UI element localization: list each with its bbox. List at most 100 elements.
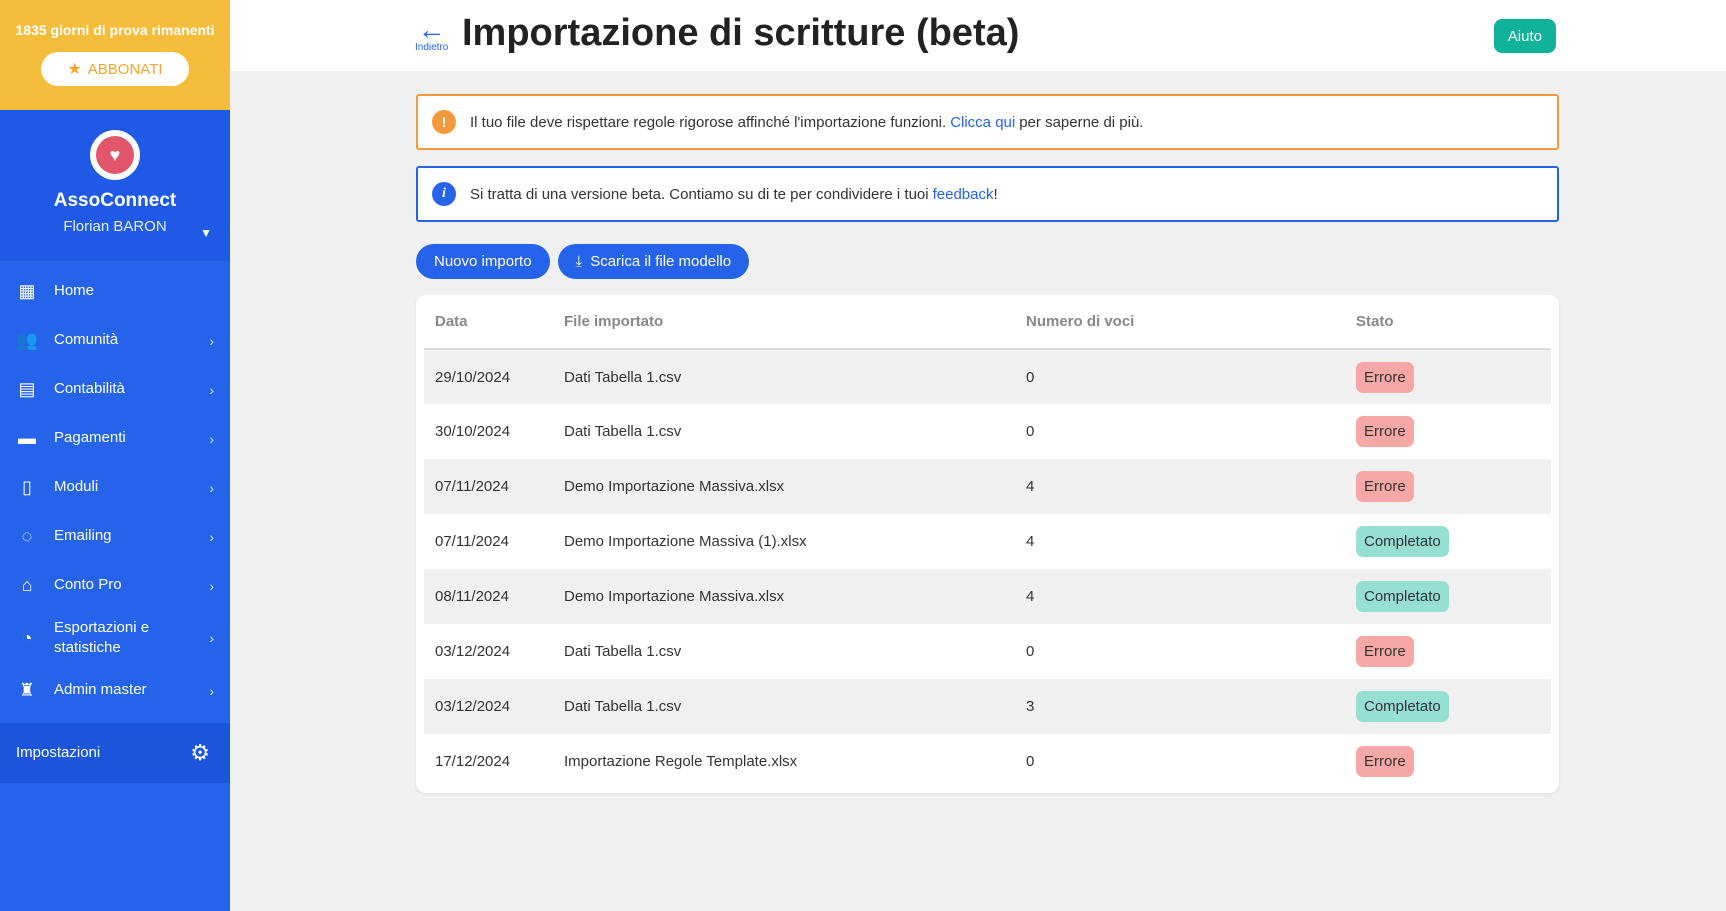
status-badge: Errore — [1356, 636, 1414, 667]
cell-file: Dati Tabella 1.csv — [564, 643, 682, 660]
download-icon: ⤓ — [575, 253, 583, 270]
chevron-down-icon[interactable]: ▼ — [200, 226, 212, 240]
warning-text: Il tuo file deve rispettare regole rigor… — [470, 113, 947, 131]
status-badge: Errore — [1356, 746, 1414, 777]
imports-table-card: Data File importato Numero di voci Stato… — [416, 295, 1559, 793]
chevron-right-icon: › — [209, 430, 214, 447]
learn-more-link[interactable]: Clicca qui — [950, 114, 1015, 131]
cell-date: 17/12/2024 — [435, 753, 511, 770]
sidebar-item-pie-chart[interactable]: ◔ Esportazioni e statistiche › — [0, 610, 230, 666]
cell-file: Dati Tabella 1.csv — [564, 698, 682, 715]
cell-date: 08/11/2024 — [435, 588, 509, 605]
back-button[interactable]: ← Indietro — [415, 14, 449, 54]
sidebar-item-label: Esportazioni e statistiche — [54, 618, 150, 656]
status-badge: Completato — [1356, 526, 1449, 557]
cell-count: 0 — [1026, 423, 1035, 440]
column-header-status[interactable]: Stato — [1345, 295, 1551, 350]
chevron-right-icon: › — [209, 577, 214, 594]
table-row[interactable]: 08/11/2024 Demo Importazione Massiva.xlsx… — [424, 569, 1551, 624]
status-badge: Completato — [1356, 691, 1449, 722]
sidebar-item-admin[interactable]: ♜ Admin master › — [0, 666, 230, 715]
sidebar-item-people[interactable]: 👥 Comunità › — [0, 316, 230, 365]
page-header: ← Indietro Importazione di scritture (be… — [230, 0, 1726, 71]
credit-card-icon: ▬ — [18, 428, 36, 448]
cell-status: Completato — [1345, 569, 1551, 624]
cell-status: Completato — [1345, 514, 1551, 569]
sidebar-nav: ▦ Home 👥 Comunità › ▤ Contabilità › ▬ Pagamenti › ▯… — [0, 261, 230, 715]
column-header-file[interactable]: File importato — [553, 295, 1015, 350]
organization-switcher[interactable]: ♥ AssoConnect Florian BARON ▼ — [0, 110, 230, 261]
cell-count: 4 — [1026, 533, 1035, 550]
back-label: Indietro — [415, 42, 449, 53]
subscribe-button[interactable]: ★ ABBONATI — [41, 52, 189, 86]
sidebar-item-bank[interactable]: ⌂ Conto Pro › — [0, 561, 230, 610]
star-icon: ★ — [67, 61, 82, 78]
column-header-date[interactable]: Data — [424, 295, 553, 350]
chevron-right-icon: › — [209, 479, 214, 496]
cell-date: 03/12/2024 — [435, 698, 511, 715]
help-button[interactable]: Aiuto — [1493, 19, 1556, 53]
column-header-count[interactable]: Numero di voci — [1015, 295, 1345, 350]
status-badge: Errore — [1356, 361, 1414, 393]
table-row[interactable]: 03/12/2024 Dati Tabella 1.csv 3 Completato — [424, 679, 1551, 734]
people-icon: 👥 — [15, 330, 39, 350]
sidebar: 1835 giorni di prova rimanenti ★ ABBONAT… — [0, 0, 230, 911]
status-badge: Completato — [1356, 581, 1449, 612]
arrow-left-icon: ← — [417, 14, 446, 45]
table-row[interactable]: 29/10/2024 Dati Tabella 1.csv 0 Errore — [424, 349, 1551, 404]
cell-file: Dati Tabella 1.csv — [564, 368, 682, 386]
dashboard-icon: ▦ — [18, 281, 36, 301]
table-row[interactable]: 07/11/2024 Demo Importazione Massiva.xlsx… — [424, 459, 1551, 514]
download-template-label: Scarica il file modello — [590, 253, 732, 270]
sidebar-item-label: Emailing — [54, 527, 112, 545]
sidebar-item-calculator[interactable]: ▤ Contabilità › — [0, 365, 230, 414]
chevron-right-icon: › — [209, 528, 214, 545]
imports-table: Data File importato Numero di voci Stato… — [424, 295, 1551, 789]
chevron-right-icon: › — [209, 381, 214, 398]
cell-date: 07/11/2024 — [435, 533, 509, 550]
gear-icon[interactable]: ⚙ — [190, 740, 210, 766]
table-header-row: Data File importato Numero di voci Stato — [424, 295, 1551, 350]
warning-text-after: per saperne di più. — [1019, 113, 1144, 131]
cell-file: Importazione Regole Template.xlsx — [564, 753, 798, 770]
cell-count: 4 — [1026, 588, 1035, 605]
sidebar-item-label: Moduli — [54, 478, 99, 496]
download-template-button[interactable]: ⤓ Scarica il file modello — [557, 244, 750, 279]
table-row[interactable]: 07/11/2024 Demo Importazione Massiva (1).… — [424, 514, 1551, 569]
info-text-after: ! — [993, 185, 998, 203]
sidebar-item-label: Home — [54, 282, 95, 300]
sidebar-item-settings[interactable]: Impostazioni ⚙ — [0, 723, 230, 783]
info-alert: i Si tratta di una versione beta. Contia… — [416, 166, 1559, 222]
sidebar-item-label: Conto Pro — [54, 576, 122, 594]
chevron-right-icon: › — [209, 332, 214, 349]
admin-icon: ♜ — [18, 680, 36, 700]
sidebar-item-chat[interactable]: ◌ Emailing › — [0, 512, 230, 561]
organization-logo: ♥ — [90, 130, 140, 180]
cell-status: Errore — [1345, 459, 1551, 514]
new-import-button[interactable]: Nuovo importo — [416, 244, 550, 279]
trial-text: 1835 giorni di prova rimanenti — [15, 22, 215, 38]
table-row[interactable]: 30/10/2024 Dati Tabella 1.csv 0 Errore — [424, 404, 1551, 459]
info-text: Si tratta di una versione beta. Contiamo… — [470, 185, 929, 203]
cell-status: Errore — [1345, 734, 1551, 789]
table-row[interactable]: 17/12/2024 Importazione Regole Template.x… — [424, 734, 1551, 789]
cell-date: 03/12/2024 — [435, 643, 511, 660]
cell-date: 30/10/2024 — [435, 423, 511, 440]
bank-icon: ⌂ — [21, 575, 33, 595]
cell-count: 0 — [1026, 368, 1035, 386]
exclamation-icon: ! — [432, 110, 456, 134]
sidebar-item-document[interactable]: ▯ Moduli › — [0, 463, 230, 512]
cell-date: 29/10/2024 — [435, 368, 511, 386]
table-row[interactable]: 03/12/2024 Dati Tabella 1.csv 0 Errore — [424, 624, 1551, 679]
document-icon: ▯ — [22, 477, 32, 497]
sidebar-item-dashboard[interactable]: ▦ Home — [0, 267, 230, 316]
sidebar-item-credit-card[interactable]: ▬ Pagamenti › — [0, 414, 230, 463]
cell-file: Demo Importazione Massiva.xlsx — [564, 478, 785, 495]
feedback-link[interactable]: feedback — [933, 186, 994, 203]
chevron-right-icon: › — [209, 682, 214, 699]
action-buttons: Nuovo importo ⤓ Scarica il file modello — [416, 244, 750, 279]
info-icon: i — [432, 182, 456, 206]
trial-banner: 1835 giorni di prova rimanenti ★ ABBONAT… — [0, 0, 230, 110]
cell-status: Errore — [1345, 349, 1551, 404]
sidebar-item-label: Admin master — [54, 681, 147, 699]
